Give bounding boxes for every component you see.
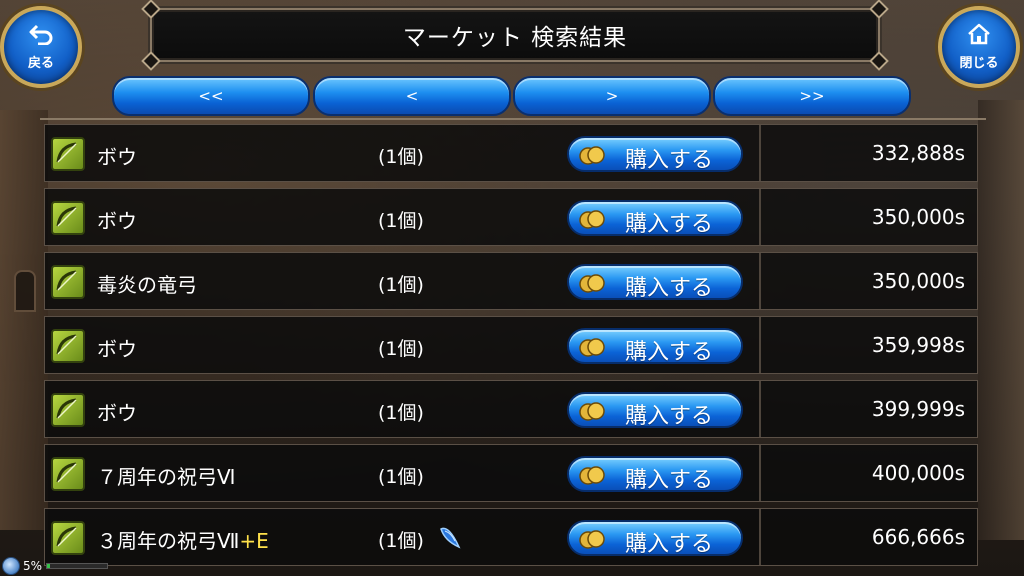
item-name-text: ボウ [97,337,137,361]
item-name-text: ７周年の祝弓Ⅵ [97,465,236,489]
item-name-text: 毒炎の竜弓 [97,273,197,297]
list-item: ボウ (1個) 購入する 399,999s [44,380,978,438]
column-divider [759,509,761,565]
background-window [14,270,36,312]
list-item: ７周年の祝弓Ⅵ (1個) 購入する 400,000s [44,444,978,502]
buy-button-label: 購入する [625,212,714,237]
list-item: 毒炎の竜弓 (1個) 購入する 350,000s [44,252,978,310]
coin-icon [579,464,605,486]
item-name: ３周年の祝弓Ⅶ+E [97,525,269,554]
bow-icon [51,457,85,491]
download-status: 5% [2,556,109,576]
buy-button[interactable]: 購入する [567,136,743,173]
item-name: ボウ [97,333,137,362]
first-page-label: << [198,87,224,105]
previous-page-button[interactable]: < [313,76,511,116]
item-price: 359,998s [871,333,965,357]
buy-button-label: 購入する [625,532,714,557]
buy-button[interactable]: 購入する [567,520,743,557]
list-item: ボウ (1個) 購入する 332,888s [44,124,978,182]
bow-icon [51,201,85,235]
title-corner-ornament [869,51,889,71]
last-page-button[interactable]: >> [713,76,911,116]
item-name-text: ボウ [97,145,137,169]
globe-icon [2,557,20,575]
item-name: 毒炎の竜弓 [97,269,197,298]
back-button[interactable]: 戻る [0,6,82,88]
close-button[interactable]: 閉じる [938,6,1020,88]
title-bar: マーケット 検索結果 [141,0,889,71]
next-page-button[interactable]: > [513,76,711,116]
bow-icon [51,329,85,363]
item-quantity: (1個) [378,402,424,424]
item-quantity: (1個) [378,146,424,168]
item-enhancement: +E [239,529,269,553]
status-progress-fill [47,564,51,568]
item-price: 332,888s [871,141,965,165]
buy-button[interactable]: 購入する [567,200,743,237]
first-page-button[interactable]: << [112,76,310,116]
back-button-label: 戻る [27,56,54,71]
coin-icon [579,144,605,166]
buy-button[interactable]: 購入する [567,264,743,301]
item-quantity: (1個) [378,466,424,488]
bow-icon [51,265,85,299]
column-divider [759,125,761,181]
item-name: ７周年の祝弓Ⅵ [97,461,235,490]
buy-button[interactable]: 購入する [567,328,743,365]
buy-button-label: 購入する [625,468,714,493]
item-price: 399,999s [871,397,965,421]
list-item: ３周年の祝弓Ⅶ+E (1個) 購入する 666,666s [44,508,978,566]
item-price: 666,666s [871,525,965,549]
back-arrow-icon [28,23,54,50]
status-percent: 5% [23,559,43,573]
last-page-label: >> [799,87,825,105]
buy-button-label: 購入する [625,276,714,301]
column-divider [759,317,761,373]
bow-icon [51,393,85,427]
buy-button[interactable]: 購入する [567,392,743,429]
close-button-label: 閉じる [959,56,999,71]
next-page-label: > [605,87,619,105]
status-progress-bar [46,563,109,569]
coin-icon [579,528,605,550]
item-price: 350,000s [871,269,965,293]
title-corner-ornament [869,0,889,19]
item-name: ボウ [97,141,137,170]
item-name: ボウ [97,397,137,426]
list-item: ボウ (1個) 購入する 350,000s [44,188,978,246]
buy-button-label: 購入する [625,148,714,173]
coin-icon [579,400,605,422]
column-divider [759,445,761,501]
item-name-text: ボウ [97,209,137,233]
column-divider [759,253,761,309]
page-title: マーケット 検索結果 [402,25,628,51]
item-quantity: (1個) [378,338,424,360]
item-quantity: (1個) [378,210,424,232]
item-quantity: (1個) [378,274,424,296]
gem-icon [435,521,465,551]
item-name: ボウ [97,205,137,234]
buy-button-label: 購入する [625,340,714,365]
buy-button-label: 購入する [625,404,714,429]
column-divider [759,189,761,245]
item-name-text: ボウ [97,401,137,425]
list-item: ボウ (1個) 購入する 359,998s [44,316,978,374]
coin-icon [579,272,605,294]
title-corner-ornament [141,0,161,19]
market-screen: 戻る マーケット 検索結果 閉じる << < > >> ボウ (1個) 購入する… [0,0,1024,576]
bow-icon [51,137,85,171]
item-quantity: (1個) [378,530,424,552]
home-icon [967,23,991,50]
item-price: 350,000s [871,205,965,229]
coin-icon [579,208,605,230]
item-name-text: ３周年の祝弓Ⅶ [97,529,240,553]
item-price: 400,000s [871,461,965,485]
title-corner-ornament [141,51,161,71]
coin-icon [579,336,605,358]
previous-page-label: < [405,87,419,105]
bow-icon [51,521,85,555]
buy-button[interactable]: 購入する [567,456,743,493]
column-divider [759,381,761,437]
